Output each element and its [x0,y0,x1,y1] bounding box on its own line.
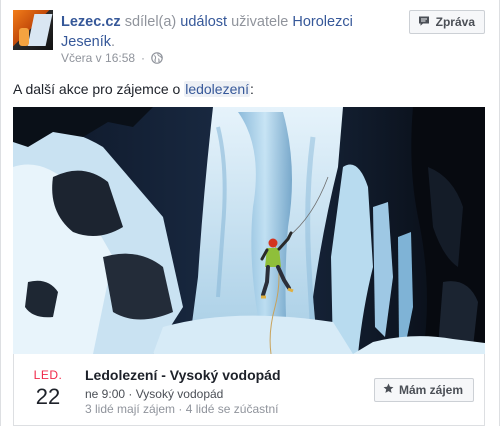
post-text: A další akce pro zájemce o ledolezení: [13,80,254,98]
ice-climbing-image [13,107,485,354]
post-tag-link[interactable]: ledolezení [184,81,251,97]
stats-separator: · [178,402,183,416]
event-time: ne 9:00 [85,387,126,401]
event-interested-count[interactable]: 3 lidé mají zájem [85,402,175,416]
star-icon [383,383,394,397]
event-month: LED. [33,368,63,382]
event-going-count[interactable]: 4 lidé se zúčastní [186,402,279,416]
event-location: Vysoký vodopád [135,387,224,401]
globe-icon[interactable] [151,52,163,64]
interested-button[interactable]: Mám zájem [373,378,474,402]
owner-prefix: uživatele [231,14,289,30]
message-button[interactable]: Zpráva [408,10,485,34]
page-name-link[interactable]: Lezec.cz [61,14,121,30]
event-stats: 3 lidé mají zájem · 4 lidé se zúčastní [85,402,278,416]
story-meta: Včera v 16:58 · [61,51,163,65]
message-button-label: Zpráva [435,15,475,29]
post-text-body: A další akce pro zájemce o [13,81,181,97]
event-time-location: ne 9:00 · Vysoký vodopád [85,387,223,401]
page-avatar[interactable] [13,10,53,50]
story-title: Lezec.cz sdílel(a) událost uživatele Hor… [61,12,391,52]
feed-story: Lezec.cz sdílel(a) událost uživatele Hor… [0,0,500,426]
event-details[interactable]: LED. 22 Ledolezení - Vysoký vodopád ne 9… [13,354,485,426]
event-separator: · [128,387,133,401]
event-cover-photo[interactable] [13,107,485,354]
message-icon [418,15,430,30]
post-text-suffix: : [250,81,254,97]
owner-suffix: . [110,34,116,50]
event-day: 22 [35,384,61,409]
interested-button-label: Mám zájem [398,383,463,397]
event-title-link[interactable]: Ledolezení - Vysoký vodopád [85,367,281,383]
timestamp-link[interactable]: Včera v 16:58 [61,51,135,65]
event-link[interactable]: událost [180,14,227,30]
story-header: Lezec.cz sdílel(a) událost uživatele Hor… [13,10,489,70]
meta-separator: · [141,51,146,65]
action-text: sdílel(a) [124,14,177,30]
